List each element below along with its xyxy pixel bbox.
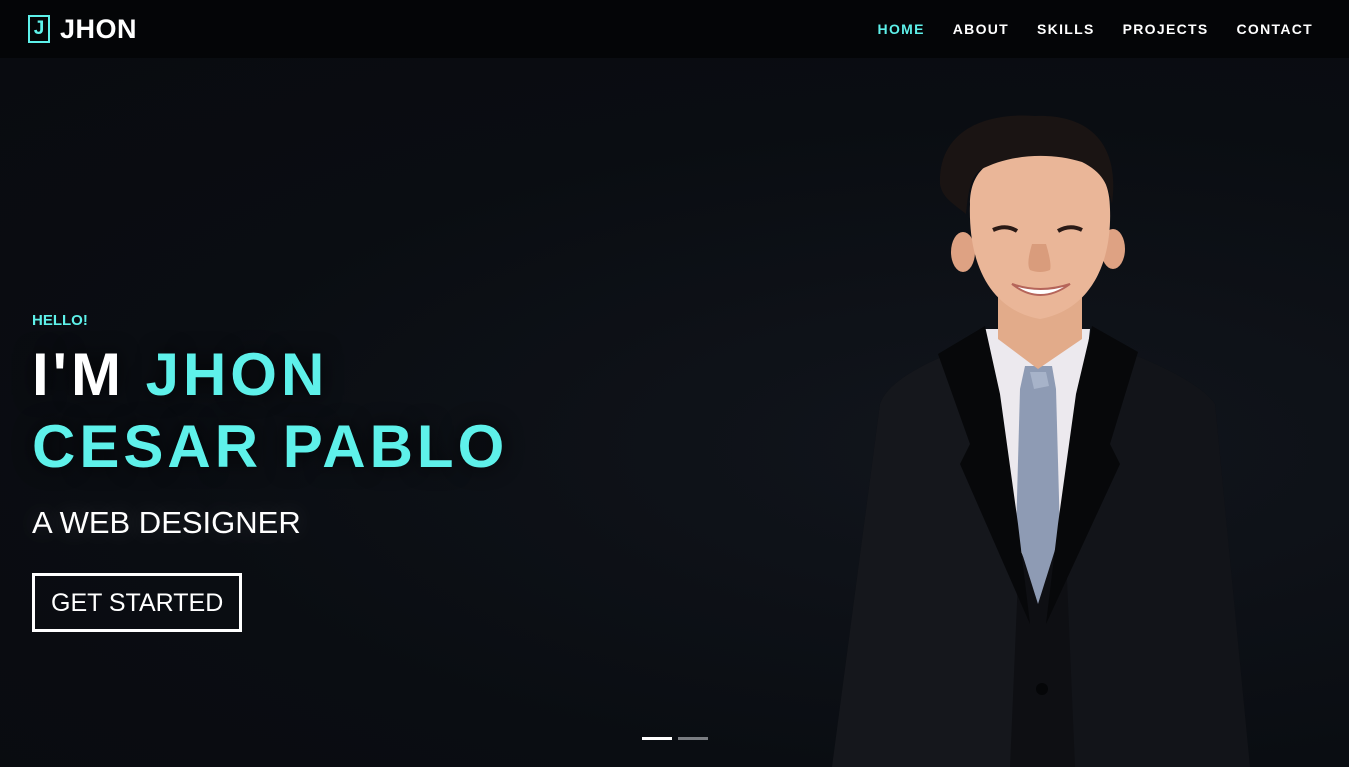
hero-headline: I'M JHON CESAR PABLO — [32, 339, 508, 483]
hero-greeting: HELLO! — [32, 312, 88, 329]
nav-link-skills[interactable]: SKILLS — [1037, 21, 1095, 37]
slide-indicator-2[interactable] — [678, 737, 708, 740]
brand-name: JHON — [60, 13, 138, 44]
nav-link-contact[interactable]: CONTACT — [1237, 21, 1314, 37]
headline-name-rest: CESAR PABLO — [32, 413, 509, 480]
get-started-button[interactable]: GET STARTED — [32, 573, 243, 632]
headline-name-first: JHON — [145, 341, 329, 408]
nav-link-home[interactable]: HOME — [878, 21, 925, 37]
hero-text: HELLO! I'M JHON CESAR PABLO A WEB DESIGNE… — [32, 312, 508, 632]
brand-logo[interactable]: J JHON — [28, 14, 137, 45]
nav-link-projects[interactable]: PROJECTS — [1123, 21, 1209, 37]
hero-subtitle: A WEB DESIGNER — [32, 505, 301, 540]
hero-section: HELLO! I'M JHON CESAR PABLO A WEB DESIGNE… — [0, 58, 1349, 767]
letter-j-logo-icon: J — [28, 15, 50, 43]
nav-link-about[interactable]: ABOUT — [953, 21, 1009, 37]
nav-menu: HOME ABOUT SKILLS PROJECTS CONTACT — [878, 21, 1313, 37]
page: J JHON HOME ABOUT SKILLS PROJECTS CONTAC… — [0, 0, 1349, 767]
headline-prefix: I'M — [32, 341, 146, 408]
slider-indicators — [642, 737, 708, 740]
slide-indicator-1[interactable] — [642, 737, 672, 740]
navbar: J JHON HOME ABOUT SKILLS PROJECTS CONTAC… — [0, 0, 1349, 58]
portrait-photo — [832, 115, 1250, 767]
